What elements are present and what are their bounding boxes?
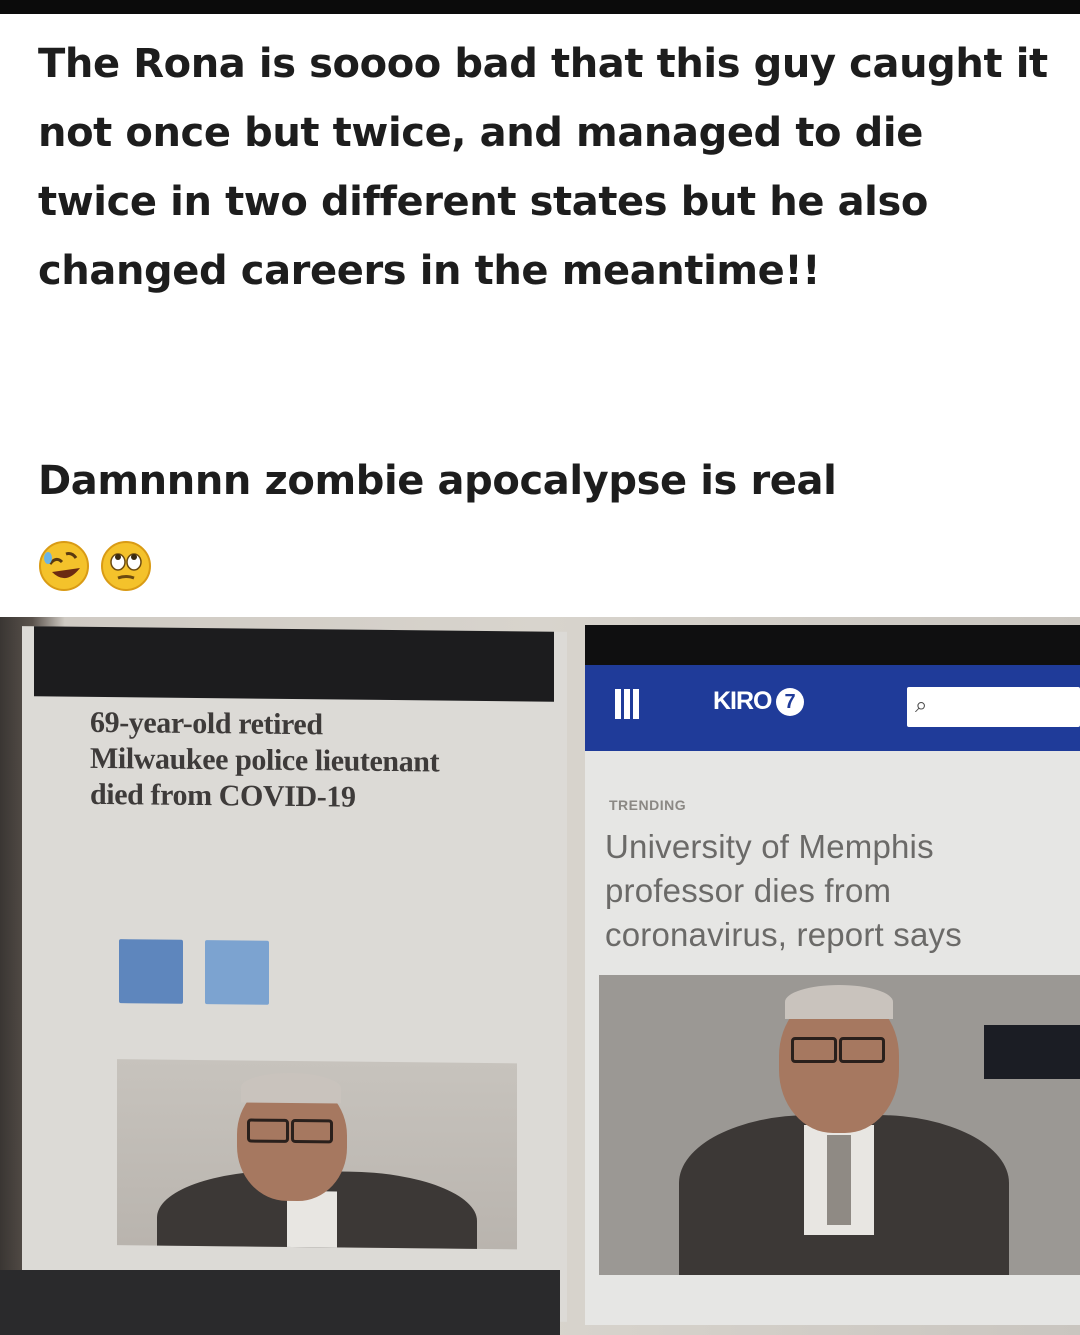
right-article-photo <box>599 975 1080 1275</box>
glasses-icon <box>791 1037 837 1063</box>
menu-icon[interactable] <box>615 689 639 719</box>
glasses-icon <box>839 1037 885 1063</box>
kiro-header: KIRO 7 ⌕ <box>585 665 1080 751</box>
left-article-headline: 69-year-old retired Milwaukee police lie… <box>90 705 440 814</box>
glasses-icon <box>291 1118 333 1144</box>
post-caption: The Rona is soooo bad that this guy caug… <box>38 41 1048 294</box>
person-hair <box>785 985 893 1019</box>
person-tie <box>827 1135 851 1225</box>
share-buttons <box>119 939 269 1005</box>
twitter-share-button[interactable] <box>205 940 269 1005</box>
right-status-bar <box>585 625 1080 665</box>
right-article-headline[interactable]: University of Memphis professor dies fro… <box>605 825 1065 957</box>
kiro-logo-text: KIRO <box>713 687 772 715</box>
search-icon: ⌕ <box>915 693 928 718</box>
post-punchline: Damnnnn zombie apocalypse is real <box>38 458 837 504</box>
kiro-logo-number: 7 <box>775 688 804 717</box>
screens-photo: 69-year-old retired Milwaukee police lie… <box>0 617 1080 1335</box>
caption-badge <box>984 1025 1080 1079</box>
facebook-share-button[interactable] <box>119 939 183 1004</box>
kiro-logo[interactable]: KIRO 7 <box>713 687 804 717</box>
rolling-on-floor-laughing-emoji <box>39 541 89 591</box>
glasses-icon <box>247 1118 289 1143</box>
person-hair <box>241 1072 341 1104</box>
top-status-bar <box>0 0 1080 14</box>
taskbar <box>0 1270 560 1335</box>
left-status-bar <box>34 626 554 702</box>
face-with-rolling-eyes-emoji <box>101 541 151 591</box>
search-input[interactable]: ⌕ <box>907 687 1080 727</box>
right-news-screen: KIRO 7 ⌕ TRENDING University of Memphis p… <box>585 625 1080 1325</box>
left-news-screen: 69-year-old retired Milwaukee police lie… <box>22 626 567 1322</box>
left-article-photo <box>117 1059 517 1250</box>
trending-label: TRENDING <box>609 797 687 813</box>
